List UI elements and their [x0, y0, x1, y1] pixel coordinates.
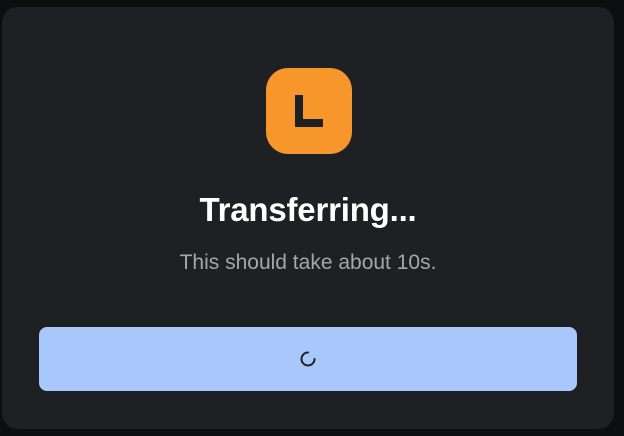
app-logo	[266, 68, 352, 154]
dialog-subtitle: This should take about 10s.	[179, 251, 437, 274]
transfer-dialog: Transferring... This should take about 1…	[2, 7, 614, 429]
dialog-title: Transferring...	[199, 191, 417, 228]
spinner-icon	[300, 351, 316, 367]
letter-l-icon	[295, 95, 323, 127]
transfer-progress-button[interactable]	[39, 327, 577, 391]
